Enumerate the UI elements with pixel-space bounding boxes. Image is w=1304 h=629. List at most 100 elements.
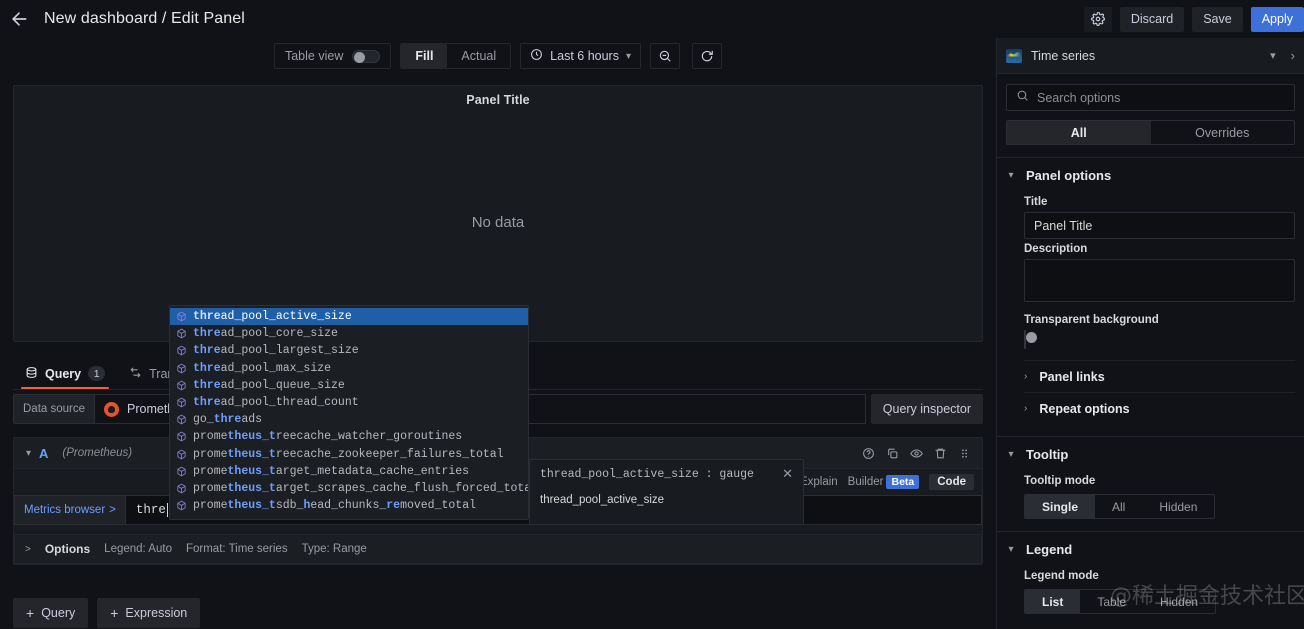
section-tooltip-title: Tooltip <box>1026 446 1069 462</box>
angle-right-icon: > <box>109 504 116 516</box>
panel-links-section[interactable]: › Panel links <box>1024 360 1295 392</box>
close-icon[interactable]: ✕ <box>782 468 793 481</box>
option-format: Format: Time series <box>185 543 288 555</box>
autocomplete-item[interactable]: thread_pool_thread_count <box>170 394 528 411</box>
cube-icon <box>176 414 187 425</box>
tooltip-mode-all[interactable]: All <box>1095 495 1142 518</box>
back-arrow-icon[interactable] <box>0 0 38 38</box>
autocomplete-item[interactable]: prometheus_treecache_zookeeper_failures_… <box>170 446 528 463</box>
add-query-button[interactable]: + Query <box>13 598 89 628</box>
fill-button[interactable]: Fill <box>401 44 448 68</box>
legend-mode-hidden[interactable]: Hidden <box>1143 590 1215 613</box>
autocomplete-item[interactable]: thread_pool_largest_size <box>170 342 528 359</box>
autocomplete-item-label: thread_pool_thread_count <box>193 396 359 410</box>
panel-links-label: Panel links <box>1039 369 1105 384</box>
add-expression-label: Expression <box>125 606 188 620</box>
visualization-name: Time series <box>1031 48 1096 63</box>
panel-title-input[interactable]: Panel Title <box>1024 212 1295 239</box>
cube-icon <box>176 328 187 339</box>
add-row: + Query + Expression <box>13 598 983 628</box>
transparent-switch[interactable] <box>1024 330 1037 349</box>
section-legend-header[interactable]: ▾ Legend <box>1006 532 1295 566</box>
promql-code-value: thre <box>135 503 166 517</box>
autocomplete-item[interactable]: thread_pool_queue_size <box>170 377 528 394</box>
timeseries-icon <box>1006 48 1022 63</box>
builder-label: Builder <box>847 476 884 488</box>
metric-autocomplete-dropdown[interactable]: thread_pool_active_size thread_pool_core_… <box>169 305 529 520</box>
search-input[interactable] <box>1037 90 1285 105</box>
title-field-label: Title <box>1024 196 1048 208</box>
section-legend-title: Legend <box>1026 541 1073 557</box>
autocomplete-item[interactable]: go_threads <box>170 411 528 428</box>
clock-icon <box>530 48 543 64</box>
autocomplete-item[interactable]: prometheus_tsdb_head_chunks_removed_tota… <box>170 497 528 514</box>
angle-right-icon[interactable]: › <box>1285 48 1295 63</box>
autocomplete-item[interactable]: thread_pool_max_size <box>170 360 528 377</box>
repeat-options-section[interactable]: › Repeat options <box>1024 392 1295 424</box>
query-ref-id[interactable]: A <box>39 446 48 461</box>
visualization-picker[interactable]: Time series ▾ › <box>997 38 1304 74</box>
query-options-row[interactable]: > Options Legend: Auto Format: Time seri… <box>14 534 982 564</box>
metrics-browser-button[interactable]: Metrics browser > <box>14 495 125 525</box>
autocomplete-item[interactable]: prometheus_target_metadata_cache_entries <box>170 463 528 480</box>
legend-mode-table[interactable]: Table <box>1080 590 1143 613</box>
tooltip-mode-hidden[interactable]: Hidden <box>1142 495 1214 518</box>
top-bar: New dashboard / Edit Panel Discard Save … <box>0 0 1304 38</box>
query-row-actions <box>862 447 974 460</box>
options-title: Options <box>44 542 91 556</box>
options-search[interactable] <box>1006 84 1295 111</box>
autocomplete-item-label: thread_pool_max_size <box>193 361 332 375</box>
explain-toggle[interactable]: Explain <box>800 476 838 488</box>
autocomplete-item[interactable]: prometheus_treecache_watcher_goroutines <box>170 428 528 445</box>
add-expression-button[interactable]: + Expression <box>97 598 201 628</box>
section-tooltip-header[interactable]: ▾ Tooltip <box>1006 437 1295 471</box>
transparent-background-toggle[interactable] <box>1024 330 1295 349</box>
breadcrumb[interactable]: New dashboard / Edit Panel <box>44 10 245 28</box>
angle-right-icon: › <box>1024 403 1028 414</box>
angle-right-icon: › <box>1024 371 1028 382</box>
trash-icon[interactable] <box>934 447 947 460</box>
table-view-switch[interactable] <box>352 49 381 63</box>
refresh-icon[interactable] <box>692 43 722 69</box>
search-icon <box>1016 89 1029 107</box>
chevron-down-icon: ▾ <box>1008 448 1014 460</box>
cube-icon <box>176 431 187 442</box>
metric-doc-header: thread_pool_active_size : gauge ✕ <box>540 468 793 481</box>
save-button[interactable]: Save <box>1192 6 1243 32</box>
panel-preview-title: Panel Title <box>466 93 530 107</box>
actual-button[interactable]: Actual <box>447 44 510 68</box>
query-inspector-button[interactable]: Query inspector <box>870 394 983 424</box>
autocomplete-item[interactable]: prometheus_target_scrapes_cache_flush_fo… <box>170 480 528 497</box>
table-view-toggle[interactable]: Table view <box>273 43 392 69</box>
autocomplete-item-label: prometheus_treecache_zookeeper_failures_… <box>193 447 504 461</box>
tab-query[interactable]: Query 1 <box>13 358 117 389</box>
zoom-out-icon[interactable] <box>650 43 680 69</box>
chevron-down-icon[interactable]: ▾ <box>1270 49 1276 62</box>
drag-handle-icon[interactable] <box>958 447 971 460</box>
autocomplete-item[interactable]: thread_pool_core_size <box>170 325 528 342</box>
legend-mode-label: Legend mode <box>1024 570 1099 582</box>
help-icon[interactable] <box>862 447 875 460</box>
database-icon <box>25 366 38 382</box>
legend-mode-list[interactable]: List <box>1025 590 1081 613</box>
cube-icon <box>176 483 187 494</box>
autocomplete-item[interactable]: thread_pool_active_size <box>170 308 528 326</box>
panel-no-data-message: No data <box>471 214 525 231</box>
code-toggle[interactable]: Code <box>929 474 974 490</box>
tab-all[interactable]: All <box>1007 121 1151 144</box>
tooltip-mode-single[interactable]: Single <box>1025 495 1096 518</box>
tab-overrides[interactable]: Overrides <box>1151 121 1295 144</box>
apply-button[interactable]: Apply <box>1250 6 1304 32</box>
collapse-caret-icon[interactable]: ▾ <box>22 448 39 459</box>
eye-icon[interactable] <box>910 447 923 460</box>
options-sidebar: Time series ▾ › All Overrides ▾ Panel op… <box>996 38 1304 629</box>
panel-description-input[interactable] <box>1024 259 1295 302</box>
autocomplete-item-label: thread_pool_largest_size <box>193 344 359 358</box>
duplicate-icon[interactable] <box>886 447 899 460</box>
gear-icon[interactable] <box>1083 6 1112 32</box>
discard-button[interactable]: Discard <box>1119 6 1185 32</box>
builder-toggle[interactable]: Builder Beta <box>847 475 920 489</box>
time-range-picker[interactable]: Last 6 hours ▾ <box>520 43 641 69</box>
autocomplete-item-label: thread_pool_core_size <box>193 327 338 341</box>
section-panel-options-header[interactable]: ▾ Panel options <box>1006 158 1295 192</box>
